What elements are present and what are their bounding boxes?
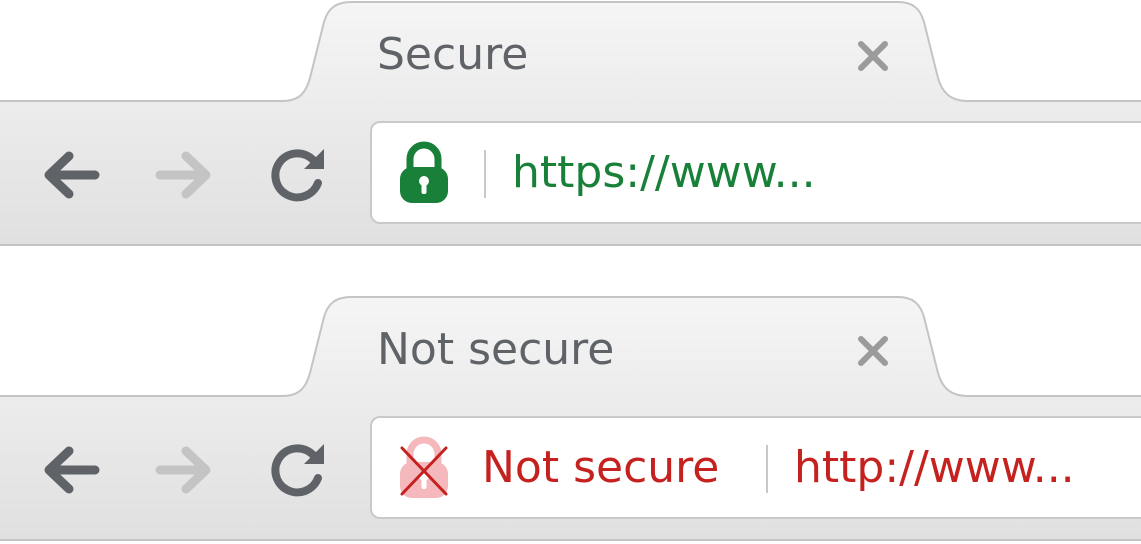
address-bar[interactable]: https://www... bbox=[370, 121, 1141, 224]
url-text[interactable]: https://www... bbox=[512, 146, 816, 200]
lock-icon[interactable] bbox=[396, 139, 452, 205]
broken-lock-icon[interactable] bbox=[396, 434, 452, 500]
close-icon[interactable] bbox=[851, 34, 895, 78]
url-text[interactable]: http://www... bbox=[794, 441, 1075, 495]
browser-window-insecure: Not secure Not secure http://www... bbox=[0, 295, 1141, 543]
omnibox-divider bbox=[766, 445, 768, 493]
reload-icon[interactable] bbox=[266, 143, 330, 207]
forward-arrow-icon[interactable] bbox=[152, 143, 216, 207]
back-arrow-icon[interactable] bbox=[39, 438, 103, 502]
back-arrow-icon[interactable] bbox=[39, 143, 103, 207]
tab-title: Not secure bbox=[377, 324, 615, 375]
reload-icon[interactable] bbox=[266, 438, 330, 502]
tab-title: Secure bbox=[377, 29, 529, 80]
address-bar[interactable]: Not secure http://www... bbox=[370, 416, 1141, 519]
close-icon[interactable] bbox=[851, 329, 895, 373]
forward-arrow-icon[interactable] bbox=[152, 438, 216, 502]
browser-window-secure: Secure https://www... bbox=[0, 0, 1141, 248]
security-status-label[interactable]: Not secure bbox=[482, 441, 719, 495]
omnibox-divider bbox=[484, 150, 486, 198]
